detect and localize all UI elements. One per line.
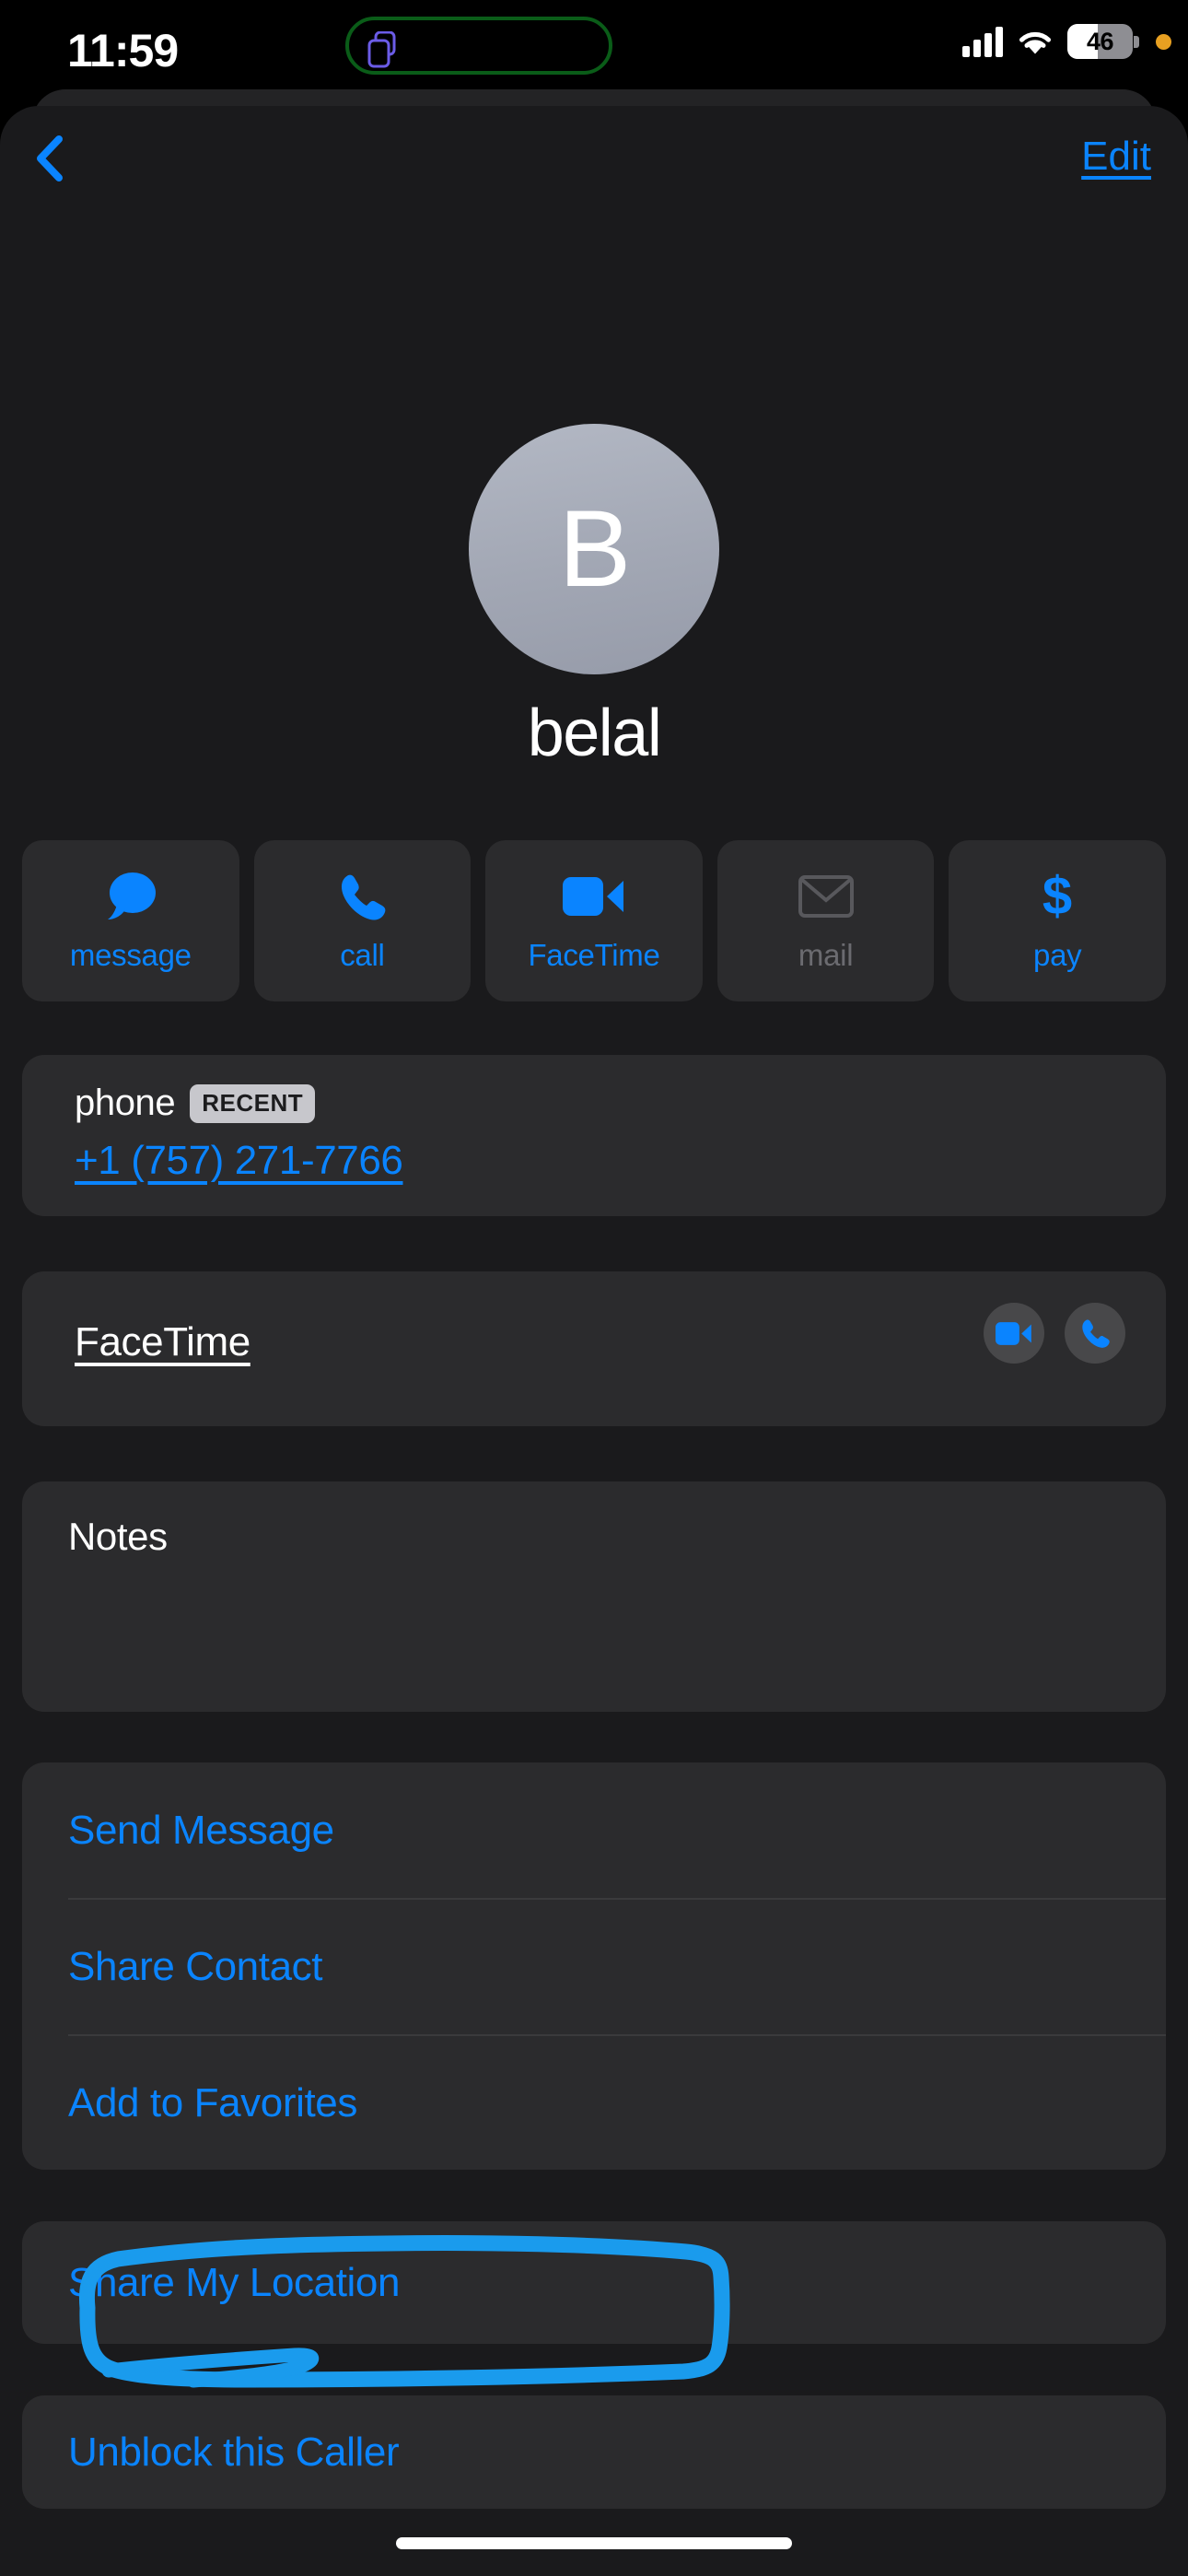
status-bar-indicators: 46 xyxy=(962,24,1171,59)
facetime-audio-button[interactable] xyxy=(1065,1303,1125,1364)
action-button-mail: mail xyxy=(716,840,935,1001)
notes-label: Notes xyxy=(68,1515,168,1558)
share-contact-row[interactable]: Share Contact xyxy=(22,1899,1166,2034)
video-camera-icon xyxy=(562,870,625,923)
send-message-row[interactable]: Send Message xyxy=(22,1762,1166,1898)
status-bar: 11:59 46 xyxy=(0,0,1188,92)
share-my-location-label: Share My Location xyxy=(68,2259,401,2305)
home-indicator[interactable] xyxy=(396,2537,792,2549)
phone-number[interactable]: +1 (757) 271-7766 xyxy=(75,1138,403,1184)
battery-percent-label: 46 xyxy=(1086,27,1114,55)
facetime-video-button[interactable] xyxy=(984,1303,1044,1364)
wifi-icon xyxy=(1019,31,1051,54)
video-camera-icon xyxy=(996,1321,1031,1345)
phone-label-group: phone RECENT xyxy=(75,1083,316,1124)
contact-name: belal xyxy=(527,697,662,770)
unblock-this-caller-row[interactable]: Unblock this Caller xyxy=(22,2395,1166,2509)
add-to-favorites-label: Add to Favorites xyxy=(68,2079,357,2125)
unblock-this-caller-label: Unblock this Caller xyxy=(68,2429,400,2475)
facetime-label[interactable]: FaceTime xyxy=(75,1319,250,1365)
iphone-screen: 11:59 46 Edit B belal message call FaceT… xyxy=(0,0,1188,2576)
send-message-label: Send Message xyxy=(68,1807,334,1853)
facetime-card: FaceTime xyxy=(22,1271,1166,1426)
action-label-pay: pay xyxy=(1033,937,1082,972)
phone-icon xyxy=(1082,1319,1110,1348)
quick-actions-row: message call FaceTime mail $ pay xyxy=(22,840,1166,1001)
share-location-card[interactable]: Share My Location xyxy=(22,2221,1166,2344)
avatar-initial: B xyxy=(558,488,632,610)
avatar[interactable]: B xyxy=(469,424,719,674)
share-contact-label: Share Contact xyxy=(68,1943,323,1989)
phone-label: phone xyxy=(75,1083,176,1123)
action-button-pay[interactable]: $ pay xyxy=(949,840,1166,1001)
contact-actions-card: Send Message Share Contact Add to Favori… xyxy=(22,1762,1166,2170)
action-label-call: call xyxy=(340,937,385,972)
action-label-mail: mail xyxy=(798,937,854,972)
phone-icon xyxy=(335,870,389,923)
screen-mirroring-icon xyxy=(367,31,396,68)
action-label-facetime: FaceTime xyxy=(528,937,660,972)
envelope-icon xyxy=(798,870,854,923)
facetime-buttons xyxy=(984,1303,1125,1364)
dollar-sign-icon: $ xyxy=(1037,868,1077,925)
contact-detail-sheet: Edit B belal message call FaceTime mail … xyxy=(0,106,1188,2576)
status-bar-time: 11:59 xyxy=(67,25,179,76)
share-my-location-row[interactable]: Share My Location xyxy=(22,2221,1166,2344)
action-button-message[interactable]: message xyxy=(22,840,239,1001)
action-button-facetime[interactable]: FaceTime xyxy=(485,840,703,1001)
action-label-message: message xyxy=(69,937,192,972)
svg-text:$: $ xyxy=(1042,868,1072,925)
recent-badge: RECENT xyxy=(190,1083,316,1123)
signal-bars-icon xyxy=(962,26,1003,57)
action-button-call[interactable]: call xyxy=(253,840,472,1001)
navigation-bar: Edit xyxy=(0,106,1188,207)
notes-card[interactable]: Notes xyxy=(22,1481,1166,1712)
add-to-favorites-row[interactable]: Add to Favorites xyxy=(22,2035,1166,2171)
battery-icon: 46 xyxy=(1067,24,1139,59)
unblock-caller-card[interactable]: Unblock this Caller xyxy=(22,2395,1166,2509)
dynamic-island[interactable] xyxy=(345,17,612,75)
edit-button[interactable]: Edit xyxy=(1081,134,1151,180)
message-bubble-icon xyxy=(102,870,159,923)
microphone-in-use-dot-icon xyxy=(1156,33,1171,50)
back-button[interactable] xyxy=(18,126,83,191)
battery-cap xyxy=(1134,36,1139,48)
phone-card[interactable]: phone RECENT +1 (757) 271-7766 xyxy=(22,1055,1166,1216)
